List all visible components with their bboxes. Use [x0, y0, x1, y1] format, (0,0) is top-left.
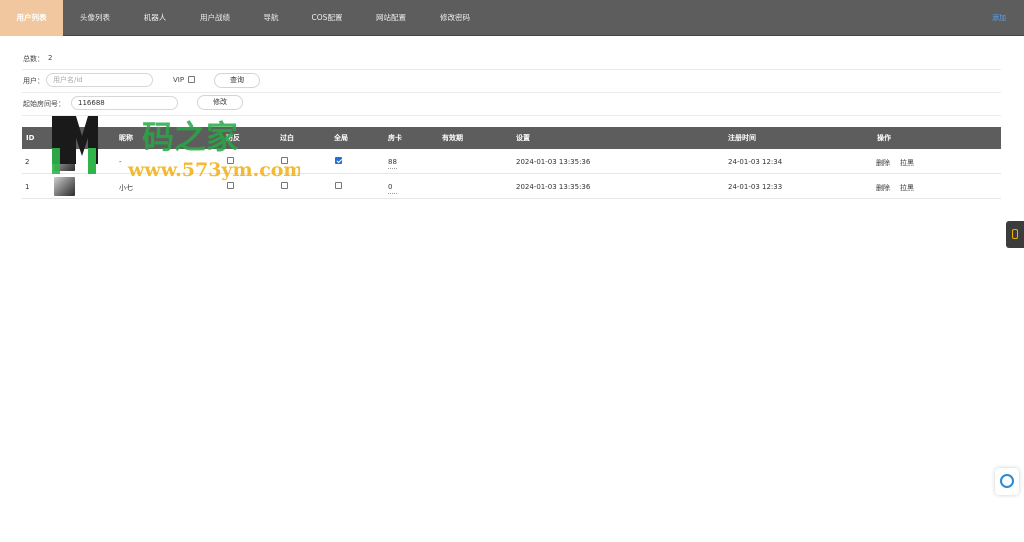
- guobai-checkbox[interactable]: [281, 182, 288, 189]
- avatar: [54, 177, 75, 196]
- table-row: 2 - 88 2024-01-03 13:35:36 24-01-03 12:3…: [22, 149, 1001, 174]
- table-row: 1 小七 0 2024-01-03 13:35:36 24-01-03 12:3…: [22, 174, 1001, 199]
- row-id: 2: [25, 158, 30, 166]
- user-filter-label: 用户：: [23, 77, 44, 85]
- col-actions: 操作: [877, 134, 891, 142]
- row-register-time: 24-01-03 12:34: [728, 158, 783, 166]
- col-nickname: 昵称: [119, 134, 133, 142]
- quanju-checkbox[interactable]: [335, 157, 342, 164]
- tab-user-records[interactable]: 用户战绩: [183, 0, 247, 36]
- col-guobai: 过白: [280, 134, 294, 142]
- tab-user-list[interactable]: 用户列表: [0, 0, 63, 36]
- tab-robot[interactable]: 机器人: [127, 0, 183, 36]
- tab-cos-config[interactable]: COS配置: [295, 0, 359, 36]
- add-link[interactable]: 添加: [992, 0, 1006, 36]
- tab-site-config[interactable]: 网站配置: [359, 0, 423, 36]
- vip-label: VIP: [173, 76, 185, 84]
- col-setting: 设置: [516, 134, 530, 142]
- row-fangka[interactable]: 0: [388, 183, 397, 194]
- row-nickname: 小七: [119, 184, 133, 192]
- row-register-time: 24-01-03 12:33: [728, 183, 783, 191]
- tab-avatar-list[interactable]: 头像列表: [63, 0, 127, 36]
- block-button[interactable]: 拉黑: [900, 158, 914, 168]
- vip-checkbox[interactable]: [188, 76, 195, 83]
- top-nav: 用户列表 头像列表 机器人 用户战绩 导航 COS配置 网站配置 修改密码 添加: [0, 0, 1024, 36]
- fangka-value: 88: [388, 158, 397, 166]
- user-search-input[interactable]: 用户名/id: [46, 73, 153, 87]
- fangfan-checkbox[interactable]: [227, 182, 234, 189]
- tab-change-password[interactable]: 修改密码: [423, 0, 487, 36]
- search-button[interactable]: 查询: [214, 73, 260, 88]
- quanju-checkbox[interactable]: [335, 182, 342, 189]
- table-header: ID 昵称 防反 过白 全局 房卡 有效期 设置 注册时间 操作: [22, 127, 1001, 149]
- delete-button[interactable]: 删除: [876, 158, 890, 168]
- row-nickname: -: [119, 158, 122, 166]
- tab-navigation[interactable]: 导航: [247, 0, 295, 36]
- divider: [22, 92, 1001, 93]
- row-fangka[interactable]: 88: [388, 158, 397, 169]
- fangfan-checkbox[interactable]: [227, 157, 234, 164]
- divider: [22, 69, 1001, 70]
- divider: [22, 115, 1001, 116]
- guobai-checkbox[interactable]: [281, 157, 288, 164]
- total-label: 总数：: [23, 55, 44, 63]
- col-quanju: 全局: [334, 134, 348, 142]
- row-setting-time: 2024-01-03 13:35:36: [516, 183, 591, 191]
- room-number-label: 起始房间号：: [23, 100, 65, 108]
- support-icon: [1000, 474, 1014, 488]
- col-expiry: 有效期: [442, 134, 463, 142]
- col-fangka: 房卡: [388, 134, 402, 142]
- phone-icon: [1012, 229, 1018, 239]
- total-value: 2: [48, 54, 53, 62]
- delete-button[interactable]: 删除: [876, 183, 890, 193]
- block-button[interactable]: 拉黑: [900, 183, 914, 193]
- row-setting-time: 2024-01-03 13:35:36: [516, 158, 591, 166]
- col-register-time: 注册时间: [728, 134, 756, 142]
- support-float-button[interactable]: [995, 468, 1019, 495]
- side-contact-tab[interactable]: [1006, 221, 1024, 248]
- modify-button[interactable]: 修改: [197, 95, 243, 110]
- room-number-input[interactable]: 116688: [71, 96, 178, 110]
- row-id: 1: [25, 183, 30, 191]
- fangka-value: 0: [388, 183, 393, 191]
- col-fangfan: 防反: [226, 134, 240, 142]
- avatar: [54, 152, 75, 171]
- col-id: ID: [26, 134, 35, 142]
